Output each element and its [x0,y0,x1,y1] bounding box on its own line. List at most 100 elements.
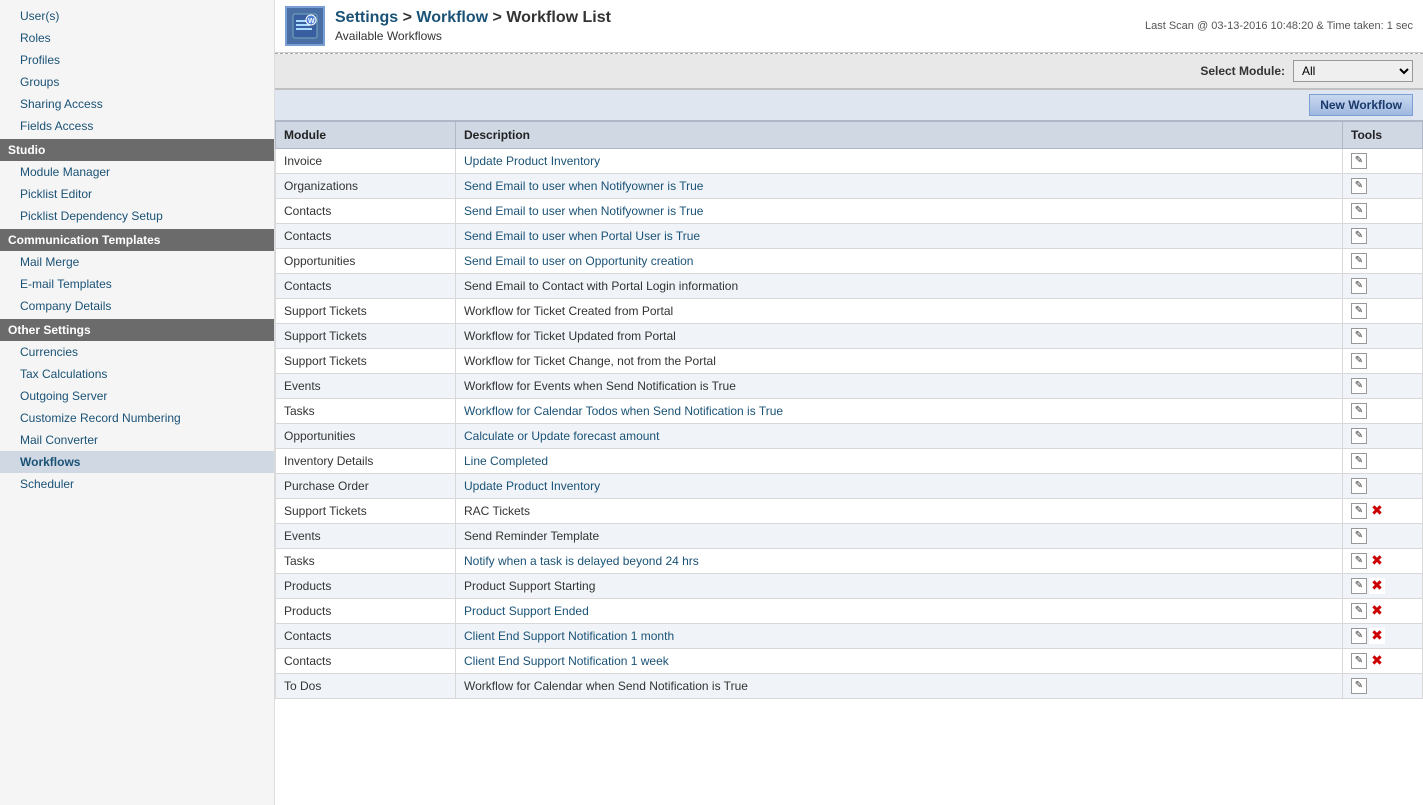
sidebar-item-company-details[interactable]: Company Details [0,295,274,317]
description-cell[interactable]: Send Email to user when Portal User is T… [456,224,1343,249]
edit-icon[interactable]: ✎ [1351,203,1367,219]
module-cell: Opportunities [276,424,456,449]
sidebar-item-module-manager-link: Module Manager [20,165,110,179]
sidebar-item-picklist-editor[interactable]: Picklist Editor [0,183,274,205]
delete-icon[interactable]: ✖ [1369,553,1385,569]
module-cell: Tasks [276,399,456,424]
new-workflow-button[interactable]: New Workflow [1309,94,1413,116]
available-workflows-label: Available Workflows [335,29,1145,43]
description-cell[interactable]: Workflow for Calendar Todos when Send No… [456,399,1343,424]
sidebar-item-scheduler-link: Scheduler [20,477,74,491]
sidebar-item-workflows[interactable]: Workflows [0,451,274,473]
tools-cell: ✎ [1343,449,1423,474]
edit-icon[interactable]: ✎ [1351,678,1367,694]
edit-icon[interactable]: ✎ [1351,278,1367,294]
edit-icon[interactable]: ✎ [1351,178,1367,194]
description-link[interactable]: Calculate or Update forecast amount [464,429,659,443]
description-cell[interactable]: Product Support Ended [456,599,1343,624]
sidebar-item-mail-converter-link: Mail Converter [20,433,98,447]
description-link[interactable]: Send Email to user when Portal User is T… [464,229,700,243]
delete-icon[interactable]: ✖ [1369,653,1385,669]
description-link[interactable]: Send Email to user when Notifyowner is T… [464,179,703,193]
description-cell[interactable]: Notify when a task is delayed beyond 24 … [456,549,1343,574]
edit-icon[interactable]: ✎ [1351,503,1367,519]
description-cell[interactable]: Client End Support Notification 1 week [456,649,1343,674]
sidebar-item-sharing-access[interactable]: Sharing Access [0,93,274,115]
description-cell[interactable]: Calculate or Update forecast amount [456,424,1343,449]
edit-icon[interactable]: ✎ [1351,428,1367,444]
description-cell[interactable]: Update Product Inventory [456,474,1343,499]
breadcrumb: Settings > Workflow > Workflow List [335,9,1145,27]
sidebar-item-outgoing-server[interactable]: Outgoing Server [0,385,274,407]
edit-icon[interactable]: ✎ [1351,603,1367,619]
delete-icon[interactable]: ✖ [1369,578,1385,594]
delete-icon[interactable]: ✖ [1369,603,1385,619]
edit-icon[interactable]: ✎ [1351,528,1367,544]
sidebar-item-profiles[interactable]: Profiles [0,49,274,71]
description-link[interactable]: Update Product Inventory [464,479,600,493]
description-link[interactable]: Notify when a task is delayed beyond 24 … [464,554,699,568]
edit-icon[interactable]: ✎ [1351,328,1367,344]
description-link[interactable]: Line Completed [464,454,548,468]
tools-cell: ✎ [1343,674,1423,699]
svg-text:W: W [308,18,315,25]
module-select[interactable]: AllInvoiceOrganizationsContactsOpportuni… [1293,60,1413,82]
table-header-row: Module Description Tools [276,122,1423,149]
description-cell[interactable]: Send Email to user when Notifyowner is T… [456,174,1343,199]
edit-icon[interactable]: ✎ [1351,578,1367,594]
description-link[interactable]: Product Support Ended [464,604,589,618]
description-link[interactable]: Client End Support Notification 1 week [464,654,669,668]
sidebar-item-picklist-dep[interactable]: Picklist Dependency Setup [0,205,274,227]
edit-icon[interactable]: ✎ [1351,403,1367,419]
edit-icon[interactable]: ✎ [1351,478,1367,494]
description-cell[interactable]: Send Email to user on Opportunity creati… [456,249,1343,274]
description-cell[interactable]: Line Completed [456,449,1343,474]
description-link[interactable]: Update Product Inventory [464,154,600,168]
sidebar-item-fields-access[interactable]: Fields Access [0,115,274,137]
sidebar-item-users[interactable]: User(s) [0,5,274,27]
settings-link[interactable]: Settings [335,9,398,26]
description-link[interactable]: Client End Support Notification 1 month [464,629,674,643]
edit-icon[interactable]: ✎ [1351,553,1367,569]
sidebar-item-email-templates[interactable]: E-mail Templates [0,273,274,295]
delete-icon[interactable]: ✖ [1369,503,1385,519]
sidebar-item-picklist-editor-link: Picklist Editor [20,187,92,201]
sidebar-item-roles[interactable]: Roles [0,27,274,49]
table-row: Tasks Notify when a task is delayed beyon… [276,549,1423,574]
edit-icon[interactable]: ✎ [1351,653,1367,669]
edit-icon[interactable]: ✎ [1351,353,1367,369]
sidebar-item-scheduler[interactable]: Scheduler [0,473,274,495]
sidebar-item-groups[interactable]: Groups [0,71,274,93]
description-cell[interactable]: Update Product Inventory [456,149,1343,174]
edit-icon[interactable]: ✎ [1351,228,1367,244]
edit-icon[interactable]: ✎ [1351,378,1367,394]
sidebar-item-module-manager[interactable]: Module Manager [0,161,274,183]
description-link[interactable]: Workflow for Calendar Todos when Send No… [464,404,783,418]
tools-cell: ✎✖ [1343,574,1423,599]
sidebar-item-record-numbering[interactable]: Customize Record Numbering [0,407,274,429]
sidebar-item-mail-merge-link: Mail Merge [20,255,79,269]
sidebar-item-tax[interactable]: Tax Calculations [0,363,274,385]
description-cell[interactable]: Send Email to user when Notifyowner is T… [456,199,1343,224]
module-cell: Opportunities [276,249,456,274]
sidebar-item-mail-converter[interactable]: Mail Converter [0,429,274,451]
workflow-link[interactable]: Workflow [416,9,488,26]
description-link[interactable]: Send Email to user on Opportunity creati… [464,254,693,268]
edit-icon[interactable]: ✎ [1351,628,1367,644]
sidebar-item-mail-merge[interactable]: Mail Merge [0,251,274,273]
delete-icon[interactable]: ✖ [1369,628,1385,644]
table-row: Support TicketsRAC Tickets✎✖ [276,499,1423,524]
edit-icon[interactable]: ✎ [1351,303,1367,319]
sidebar-item-outgoing-server-link: Outgoing Server [20,389,107,403]
description-cell[interactable]: Client End Support Notification 1 month [456,624,1343,649]
module-cell: Tasks [276,549,456,574]
edit-icon[interactable]: ✎ [1351,453,1367,469]
sidebar-item-currencies[interactable]: Currencies [0,341,274,363]
edit-icon[interactable]: ✎ [1351,253,1367,269]
module-cell: Events [276,374,456,399]
edit-icon[interactable]: ✎ [1351,153,1367,169]
table-row: ContactsSend Email to Contact with Porta… [276,274,1423,299]
description-link[interactable]: Send Email to user when Notifyowner is T… [464,204,703,218]
tools-cell: ✎✖ [1343,499,1423,524]
sidebar-item-tax-link: Tax Calculations [20,367,107,381]
